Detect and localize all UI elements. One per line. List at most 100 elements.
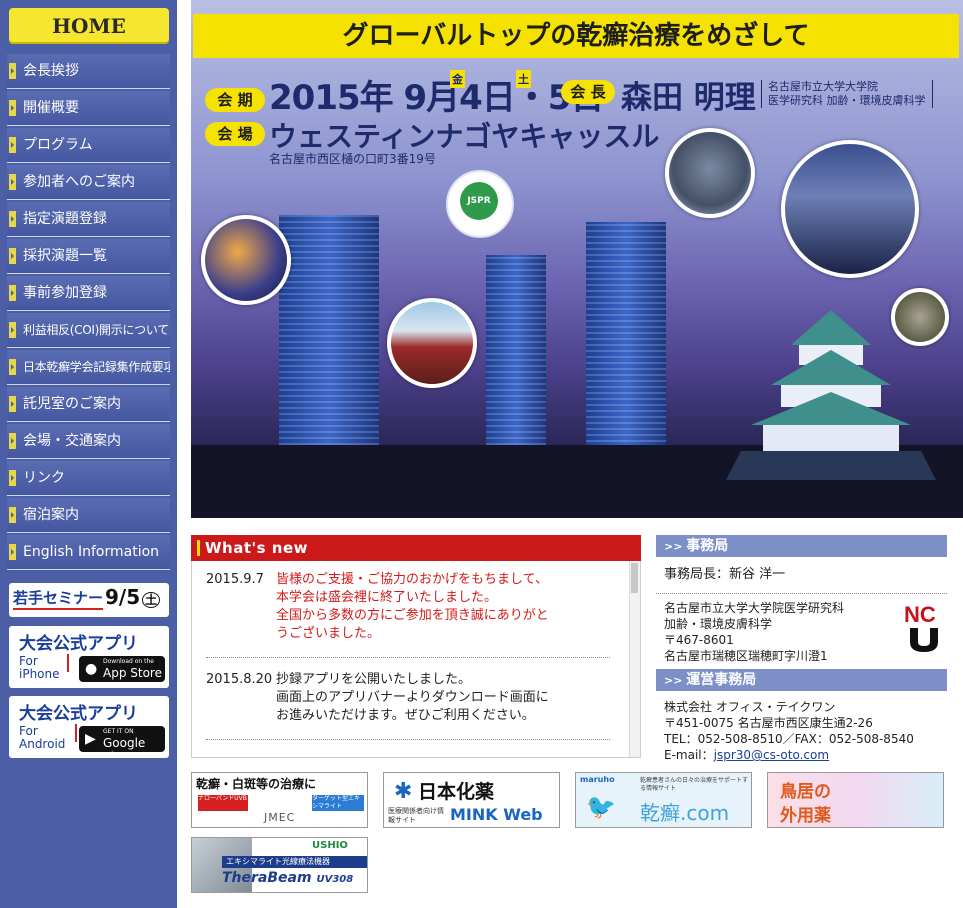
chair-tag: 会 長 bbox=[561, 80, 615, 104]
google-play-badge[interactable]: ▶ GET IT ON Google play bbox=[79, 726, 165, 758]
science-museum-photo bbox=[665, 128, 755, 218]
app-banner-iphone[interactable]: 大会公式アプリ For iPhone ● Download on the App … bbox=[9, 626, 169, 688]
seminar-title: 若手セミナー bbox=[13, 589, 104, 607]
jspr-logo: JSPR bbox=[446, 170, 514, 238]
operations-panel: >> 運営事務局 株式会社 オフィス・テイクワン 〒451-0075 名古屋市西… bbox=[656, 669, 947, 763]
arrow-line bbox=[67, 654, 69, 672]
app-store-badge[interactable]: ● Download on the App Store bbox=[79, 656, 165, 682]
double-chevron-icon: >> bbox=[664, 540, 687, 553]
tower-image bbox=[279, 215, 379, 475]
email-link[interactable]: jspr30@cs-oto.com bbox=[714, 748, 829, 762]
period-tag: 会 期 bbox=[205, 88, 265, 112]
for-label: For bbox=[19, 724, 38, 738]
temple-photo bbox=[387, 298, 477, 388]
venue-address: 名古屋市西区樋の口町3番19号 bbox=[269, 152, 436, 166]
sidebar-item-label: 採択演題一覧 bbox=[23, 248, 107, 264]
young-seminar-banner[interactable]: 若手セミナー 9/5 土 bbox=[9, 583, 169, 617]
app-banner-platform: For iPhone bbox=[19, 655, 60, 681]
arrow-icon bbox=[9, 544, 16, 560]
logo-text: JSPR bbox=[460, 182, 498, 220]
news-line: 皆様のご支援・ご協力のおかげをもちまして、 bbox=[276, 572, 548, 587]
day2-badge: 土 bbox=[516, 70, 531, 88]
sidebar-item-coi[interactable]: 利益相反(COI)開示について bbox=[7, 313, 170, 348]
ad-brand: JMEC bbox=[264, 811, 296, 824]
divider bbox=[656, 593, 947, 594]
news-line: 全国から多数の方にご参加を頂き誠にありがと bbox=[276, 608, 549, 623]
ad-brand: MINK Web bbox=[450, 805, 543, 824]
operations-heading-text: 運営事務局 bbox=[686, 672, 757, 688]
tower-image bbox=[586, 222, 666, 472]
sidebar-item-links[interactable]: リンク bbox=[7, 461, 170, 496]
sidebar-item-label: 会長挨拶 bbox=[23, 63, 79, 79]
company-email: E-mail：jspr30@cs-oto.com bbox=[664, 747, 947, 763]
sidebar-item-label: English Information bbox=[23, 544, 160, 560]
arrow-icon bbox=[9, 100, 16, 116]
app-banner-title: 大会公式アプリ bbox=[19, 704, 138, 724]
ad-tag: ナローバンドUVB bbox=[198, 795, 248, 811]
ad-title: 乾癬・白斑等の治療に bbox=[196, 777, 317, 791]
sidebar-item-accepted-abstracts[interactable]: 採択演題一覧 bbox=[7, 239, 170, 274]
seminar-date-text: 9/5 bbox=[105, 585, 141, 609]
operations-heading: >> 運営事務局 bbox=[656, 669, 947, 691]
sidebar-item-participants[interactable]: 参加者へのご案内 bbox=[7, 165, 170, 200]
company-address: 〒451-0075 名古屋市西区康生通2-26 bbox=[664, 716, 873, 730]
news-line: 画面上のアプリバナーよりダウンロード画面に bbox=[276, 690, 549, 705]
hero-banner: グローバルトップの乾癬治療をめざして 会 期 2015年 9月4日・5日 金 土… bbox=[191, 0, 963, 518]
arrow-icon bbox=[9, 396, 16, 412]
arrow-icon bbox=[9, 507, 16, 523]
secretariat-heading: >> 事務局 bbox=[656, 535, 947, 557]
sidebar-item-accommodation[interactable]: 宿泊案内 bbox=[7, 498, 170, 533]
email-label: E-mail： bbox=[664, 748, 714, 762]
chair-name: 森田 明理 bbox=[621, 80, 756, 116]
ad-tag: ターゲット型エキシマライト bbox=[312, 795, 364, 811]
sidebar-item-records[interactable]: 日本乾癬学会記録集作成要項 bbox=[7, 350, 170, 385]
news-line: うございました。 bbox=[276, 626, 381, 641]
ad-ushio[interactable]: USHIO エキシマライト光線療法機器 TheraBeam UV308 bbox=[191, 837, 368, 893]
secretariat-address: 名古屋市立大学大学院医学研究科 加齢・環境皮膚科学 〒467-8601 名古屋市… bbox=[664, 600, 947, 664]
secretariat-director: 事務局長：新谷 洋一 bbox=[664, 567, 786, 582]
platform-label: Android bbox=[19, 737, 66, 751]
sidebar-item-greeting[interactable]: 会長挨拶 bbox=[7, 54, 170, 89]
apple-icon: ● bbox=[85, 661, 98, 677]
sidebar-item-english[interactable]: English Information bbox=[7, 535, 170, 570]
news-scrollbar[interactable] bbox=[629, 561, 640, 757]
ad-title: 日本化薬 bbox=[418, 781, 495, 803]
sidebar-item-label: 託児室のご案内 bbox=[23, 396, 121, 412]
day1-badge: 金 bbox=[450, 70, 465, 88]
nagoya-station-photo bbox=[781, 140, 919, 278]
koala-photo bbox=[891, 288, 949, 346]
affiliation-line: 名古屋市立大学大学院 bbox=[768, 80, 878, 93]
tower-image bbox=[486, 255, 546, 475]
ncu-logo: NC bbox=[904, 602, 938, 652]
sidebar-item-childcare[interactable]: 託児室のご案内 bbox=[7, 387, 170, 422]
ad-jmec[interactable]: 乾癬・白斑等の治療に ナローバンドUVB ターゲット型エキシマライト JMEC bbox=[191, 772, 368, 828]
event-date: 2015年 9月4日・5日 bbox=[269, 78, 604, 118]
sidebar-item-program[interactable]: プログラム bbox=[7, 128, 170, 163]
sidebar-item-overview[interactable]: 開催概要 bbox=[7, 91, 170, 126]
scrollbar-thumb[interactable] bbox=[631, 563, 638, 593]
sidebar-item-label: 会場・交通案内 bbox=[23, 433, 121, 449]
arrow-icon bbox=[9, 433, 16, 449]
ad-nippon-kayaku[interactable]: 日本化薬 ✱ 医療関係者向け情報サイト MINK Web bbox=[383, 772, 560, 828]
news-text: 皆様のご支援・ご協力のおかげをもちまして、 本学会は盛会裡に終了いたしました。 … bbox=[276, 571, 621, 643]
app-banner-android[interactable]: 大会公式アプリ For Android ▶ GET IT ON Google pl… bbox=[9, 696, 169, 758]
sidebar-item-designated-abstract[interactable]: 指定演題登録 bbox=[7, 202, 170, 237]
sidebar-item-label: 開催概要 bbox=[23, 100, 79, 116]
seminar-day: 土 bbox=[142, 592, 161, 608]
double-chevron-icon: >> bbox=[664, 674, 687, 687]
ad-maruho[interactable]: maruho 乾癬患者さんの日々の治療をサポートする情報サイト 🐦 乾癬.com bbox=[575, 772, 752, 828]
arrow-icon bbox=[9, 470, 16, 486]
company-phone: TEL：052-508-8510／FAX：052-508-8540 bbox=[664, 732, 914, 746]
chair-affiliation: 名古屋市立大学大学院 医学研究科 加齢・環境皮膚科学 bbox=[761, 80, 933, 108]
sidebar-item-label: 指定演題登録 bbox=[23, 211, 107, 227]
sidebar-item-label: 事前参加登録 bbox=[23, 285, 107, 301]
operations-details: 株式会社 オフィス・テイクワン 〒451-0075 名古屋市西区康生通2-26 … bbox=[664, 699, 947, 763]
divider bbox=[206, 739, 610, 740]
ad-torii[interactable]: 鳥居の 外用薬 bbox=[767, 772, 944, 828]
app-banner-platform: For Android bbox=[19, 725, 65, 751]
bird-icon: 🐦 bbox=[586, 793, 616, 821]
sidebar-item-access[interactable]: 会場・交通案内 bbox=[7, 424, 170, 459]
sidebar-item-pre-registration[interactable]: 事前参加登録 bbox=[7, 276, 170, 311]
home-button[interactable]: HOME bbox=[9, 8, 169, 44]
hero-title: グローバルトップの乾癬治療をめざして bbox=[193, 14, 959, 58]
